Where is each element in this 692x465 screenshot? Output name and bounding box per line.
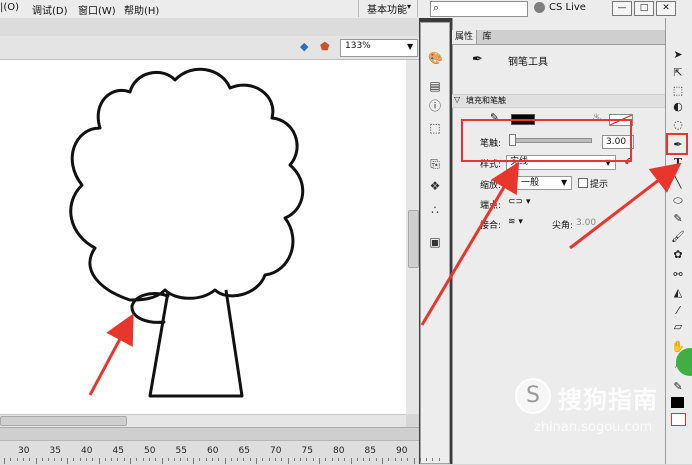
ruler-tick [356,458,358,461]
ruler-tick [85,458,87,461]
arrow-to-branch [88,313,134,396]
ruler-tick [211,458,213,461]
ruler-tick [29,458,31,461]
ruler-tick [104,458,106,461]
ruler-tick [312,458,314,461]
ruler-tick [73,458,75,461]
ruler-tick [148,458,150,461]
ruler-tick [344,458,346,461]
ruler-number: 55 [175,446,187,456]
ruler-tick [224,458,226,464]
arrow-to-style [420,161,520,326]
ruler-tick [262,458,264,461]
ruler-number: 70 [270,446,282,456]
ruler-tick [268,458,270,461]
watermark-brand: 搜狗指南 [558,386,658,414]
ruler-number: 35 [49,446,61,456]
ruler-tick [98,458,100,464]
ruler-tick [35,458,37,464]
ruler-tick [111,458,113,461]
ruler-tick [130,458,131,464]
ruler-tick [413,458,415,464]
ruler-tick [363,458,365,461]
ruler-tick [319,458,320,464]
ruler-tick [249,458,251,461]
ruler-tick [193,458,194,464]
arrow-to-pen-tool [569,162,682,250]
ruler-tick [300,458,302,461]
ruler-tick [287,458,289,464]
ruler-number: 30 [18,446,30,456]
ruler-tick [325,458,327,461]
ruler-tick [419,458,421,461]
ruler-tick [218,458,220,461]
ruler-tick [331,458,333,461]
ruler-tick [350,458,352,464]
ruler-tick [438,458,440,461]
ruler-tick [54,458,56,461]
ruler-number: 45 [112,446,124,456]
ruler-tick [205,458,207,461]
ruler-tick [92,458,94,461]
ruler-tick [426,458,428,461]
ruler-tick [407,458,409,461]
ruler-tick [394,458,396,461]
ruler-number: 80 [333,446,345,456]
ruler-tick [293,458,295,461]
ruler-tick [186,458,188,461]
ruler-tick [10,458,12,461]
ruler-tick [375,458,377,461]
ruler-tick [41,458,43,461]
ruler-tick [199,458,201,461]
ruler-tick [161,458,163,464]
ruler-tick [67,458,68,464]
ruler-tick [16,458,18,461]
watermark-url: zhinan.sogou.com [534,420,653,435]
ruler-tick [4,458,5,464]
ruler-tick [123,458,125,461]
ruler-tick [230,458,232,461]
ruler-tick [174,458,176,461]
ruler-number: 65 [238,446,250,456]
ruler-tick [243,458,245,461]
sogou-logo-icon: S [515,378,551,414]
ruler-number: 60 [207,446,219,456]
ruler-tick [281,458,283,461]
ruler-tick [306,458,308,461]
ruler-tick [400,458,402,461]
ruler-tick [432,458,434,461]
ruler-number: 50 [144,446,156,456]
ruler-tick [155,458,157,461]
ruler-tick [142,458,144,461]
ruler-tick [237,458,239,461]
ruler-tick [136,458,138,461]
ruler-number: 90 [396,446,408,456]
ruler-tick [60,458,62,461]
ruler-tick [117,458,119,461]
ruler-tick [388,458,390,461]
ruler-tick [48,458,50,461]
ruler-tick [79,458,81,461]
ruler-tick [337,458,339,461]
ruler-tick [382,458,383,464]
ruler-tick [167,458,169,461]
ruler-tick [22,458,24,461]
ruler-tick [369,458,371,461]
ruler-tick [180,458,182,461]
ruler-number: 85 [364,446,376,456]
ruler-tick [256,458,257,464]
ruler-tick [274,458,276,461]
ruler-number: 75 [301,446,313,456]
ruler-number: 40 [81,446,93,456]
